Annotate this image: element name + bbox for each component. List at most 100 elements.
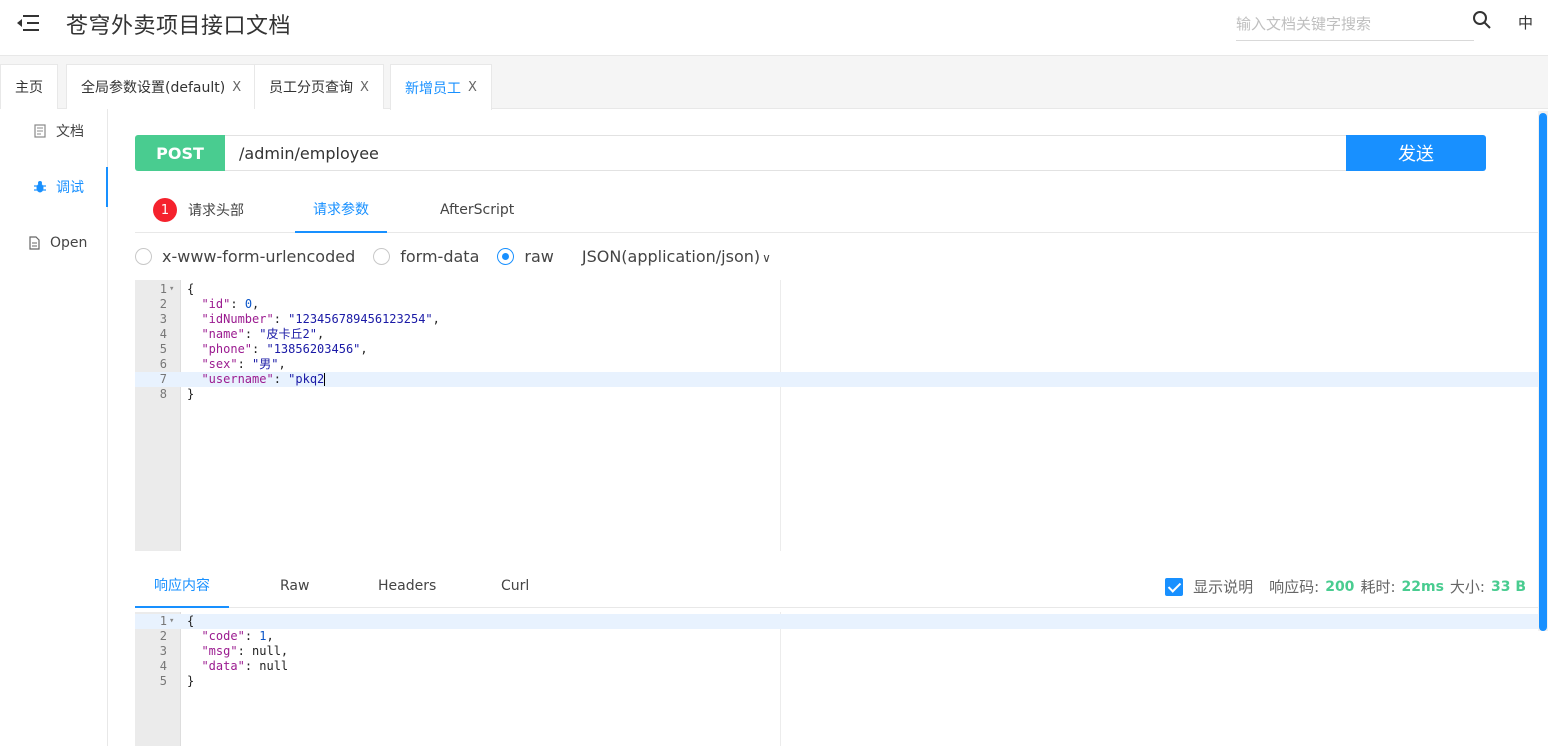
radio-dot xyxy=(135,247,152,265)
code-text: "idNumber": "123456789456123254", xyxy=(201,312,440,326)
code-line: 1 ▾ { xyxy=(135,614,1548,629)
headers-count-badge: 1 xyxy=(153,198,177,222)
radio-label: form-data xyxy=(400,246,480,266)
code-line: 1 ▾ { xyxy=(135,282,1548,297)
content-type-label: JSON(application/json) xyxy=(581,246,761,266)
tab-response-content[interactable]: 响应内容 xyxy=(135,564,229,608)
line-number: 2 xyxy=(159,629,167,643)
response-tabs: 响应内容 Raw Headers Curl 显示说明 响应码: 200 耗时: … xyxy=(135,564,1548,608)
http-method-badge: POST xyxy=(135,135,225,171)
code-line: 8} xyxy=(135,387,1548,402)
tab-request-headers[interactable]: 1 请求头部 xyxy=(153,187,244,233)
code-text: "code": 1, xyxy=(201,629,274,643)
code-line: 5} xyxy=(135,674,1548,689)
send-button[interactable]: 发送 xyxy=(1346,135,1486,171)
close-icon[interactable]: X xyxy=(360,80,369,95)
response-meta: 显示说明 响应码: 200 耗时: 22ms 大小: 33 B xyxy=(1165,576,1526,597)
tab-label: 新增员工 xyxy=(405,80,461,97)
file-icon xyxy=(29,236,40,250)
code-line: 6 "sex": "男", xyxy=(135,357,1548,372)
line-number: 1 xyxy=(159,614,167,628)
request-body-editor[interactable]: 1 ▾{2 "id": 0, 3 "idNumber": "123456789456… xyxy=(135,280,1548,551)
search-box xyxy=(1236,8,1474,41)
line-number: 7 xyxy=(159,372,167,386)
line-number: 6 xyxy=(159,357,167,371)
tab-add-employee[interactable]: 新增员工 X xyxy=(390,64,492,110)
sidenav-label: Open xyxy=(50,235,88,251)
tab-request-params[interactable]: 请求参数 xyxy=(295,187,387,233)
top-header: 苍穹外卖项目接口文档 中 xyxy=(0,0,1548,56)
sidenav-item-open[interactable]: Open xyxy=(0,223,108,263)
sidenav-label: 文档 xyxy=(56,124,84,140)
tab-global-params[interactable]: 全局参数设置(default) X xyxy=(66,64,257,109)
fold-arrow-icon[interactable]: ▾ xyxy=(169,614,174,629)
code-line: 2 "id": 0, xyxy=(135,297,1548,312)
content-type-dropdown[interactable]: JSON(application/json) ∨ xyxy=(582,247,771,266)
tab-label: 请求参数 xyxy=(313,202,369,218)
code-text: "name": "皮卡丘2", xyxy=(201,327,325,341)
radio-raw[interactable]: raw xyxy=(497,246,554,266)
menu-fold-icon[interactable] xyxy=(16,12,40,34)
tab-label: AfterScript xyxy=(440,202,515,218)
app-title: 苍穹外卖项目接口文档 xyxy=(66,14,292,39)
radio-form-data[interactable]: form-data xyxy=(373,247,479,266)
bug-icon xyxy=(34,181,46,193)
document-icon xyxy=(34,124,46,138)
line-number: 3 xyxy=(159,644,167,658)
scrollbar-thumb[interactable] xyxy=(1539,113,1547,631)
radio-dot xyxy=(373,247,391,265)
code-line: 4 "name": "皮卡丘2", xyxy=(135,327,1548,342)
main-panel: POST 发送 1 请求头部 请求参数 AfterScript x-www-fo… xyxy=(108,109,1548,746)
request-tabs: 1 请求头部 请求参数 AfterScript xyxy=(135,187,1548,233)
code-text: { xyxy=(187,282,195,296)
status-code-label: 响应码: xyxy=(1269,578,1320,596)
tab-home[interactable]: 主页 xyxy=(0,64,58,109)
radio-dot-checked xyxy=(497,247,515,265)
fold-arrow-icon[interactable]: ▾ xyxy=(169,282,174,297)
response-body-editor[interactable]: 1 ▾{2 "code": 1, 3 "msg": null, 4 "data": n… xyxy=(135,612,1548,746)
elapsed-value: 22ms xyxy=(1401,578,1444,595)
page-scrollbar[interactable] xyxy=(1538,111,1548,631)
tab-employee-page-query[interactable]: 员工分页查询 X xyxy=(254,64,384,109)
url-input[interactable] xyxy=(225,136,1346,170)
radio-label: raw xyxy=(524,246,554,266)
language-switch[interactable]: 中 xyxy=(1518,12,1533,33)
code-line: 4 "data": null xyxy=(135,659,1548,674)
chevron-down-icon: ∨ xyxy=(762,250,771,265)
line-number: 3 xyxy=(159,312,167,326)
code-text: } xyxy=(187,387,195,401)
close-icon[interactable]: X xyxy=(232,80,241,95)
tab-label: 员工分页查询 xyxy=(269,80,353,96)
tab-response-curl[interactable]: Curl xyxy=(501,564,529,608)
code-line: 7 "username": "pkq2 xyxy=(135,372,1548,387)
radio-urlencoded[interactable]: x-www-form-urlencoded xyxy=(135,247,355,266)
code-text: "data": null xyxy=(201,659,289,673)
search-icon[interactable] xyxy=(1472,10,1492,30)
code-text: "phone": "13856203456", xyxy=(201,342,368,356)
body-type-selector: x-www-form-urlencoded form-data raw JSON… xyxy=(135,245,771,267)
tab-response-raw[interactable]: Raw xyxy=(280,564,309,608)
code-line: 3 "msg": null, xyxy=(135,644,1548,659)
code-text: "msg": null, xyxy=(201,644,289,658)
code-line: 3 "idNumber": "123456789456123254", xyxy=(135,312,1548,327)
tab-bar: 主页 全局参数设置(default) X 员工分页查询 X 新增员工 X xyxy=(0,56,1548,110)
size-value: 33 B xyxy=(1490,578,1526,595)
tab-label: 响应内容 xyxy=(154,578,210,594)
sidenav-item-doc[interactable]: 文档 xyxy=(0,111,108,151)
tab-label: Headers xyxy=(378,578,437,594)
tab-label: 主页 xyxy=(15,80,43,96)
tab-label: Curl xyxy=(501,578,530,594)
tab-response-headers[interactable]: Headers xyxy=(378,564,436,608)
search-input[interactable] xyxy=(1236,8,1474,40)
tab-after-script[interactable]: AfterScript xyxy=(440,187,514,233)
sidenav-item-debug[interactable]: 调试 xyxy=(0,167,108,207)
line-number: 8 xyxy=(159,387,167,401)
code-line: 2 "code": 1, xyxy=(135,629,1548,644)
tab-label: Raw xyxy=(280,578,310,594)
line-number: 2 xyxy=(159,297,167,311)
close-icon[interactable]: X xyxy=(468,80,477,95)
line-number: 5 xyxy=(159,674,167,688)
code-text: "id": 0, xyxy=(201,297,260,311)
show-desc-checkbox[interactable] xyxy=(1165,577,1184,596)
show-desc-label: 显示说明 xyxy=(1193,578,1254,596)
